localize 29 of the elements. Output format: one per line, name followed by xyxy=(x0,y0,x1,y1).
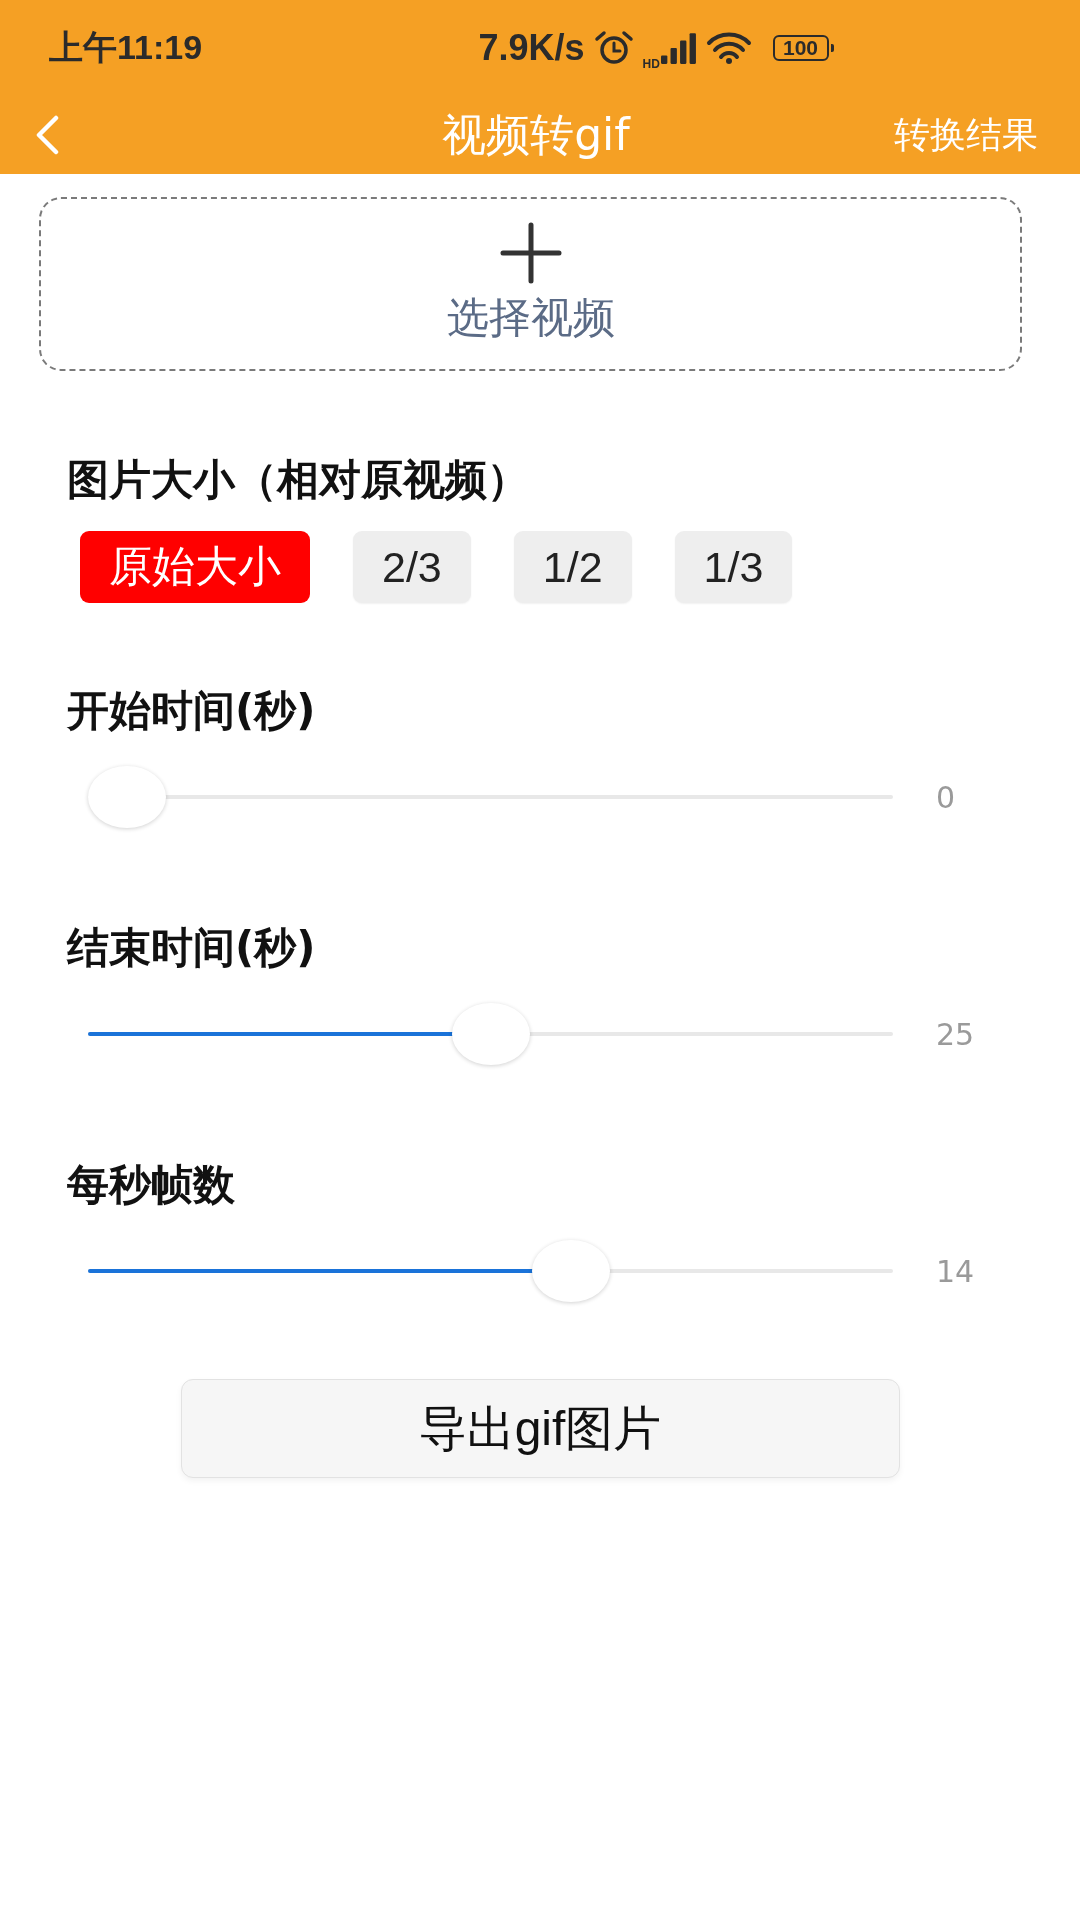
slider-track[interactable] xyxy=(88,765,893,829)
slider-thumb[interactable] xyxy=(88,766,166,828)
slider-value: 25 xyxy=(936,1016,975,1052)
slider-thumb[interactable] xyxy=(451,1003,530,1065)
select-video-button[interactable]: 选择视频 xyxy=(39,197,1022,371)
section-title: 图片大小（相对原视频） xyxy=(67,458,529,502)
plus-icon xyxy=(499,222,562,284)
slider-label: 开始时间(秒) xyxy=(67,689,316,733)
back-icon[interactable] xyxy=(34,115,60,155)
slider-label: 每秒帧数 xyxy=(67,1163,235,1207)
slider-value: 14 xyxy=(936,1253,975,1289)
slider-track[interactable] xyxy=(88,1239,893,1303)
wifi-icon xyxy=(705,32,752,64)
signal-bars-icon xyxy=(660,32,697,64)
export-gif-button[interactable]: 导出gif图片 xyxy=(180,1379,900,1478)
slider-value: 0 xyxy=(936,779,956,815)
size-option[interactable]: 2/3 xyxy=(353,531,471,603)
hd-label: HD xyxy=(642,57,660,71)
size-option[interactable]: 原始大小 xyxy=(80,531,310,603)
page-title: 视频转gif xyxy=(442,107,630,162)
slider-thumb[interactable] xyxy=(532,1240,610,1302)
battery-indicator: 100 xyxy=(772,35,834,61)
size-option[interactable]: 1/3 xyxy=(674,531,793,603)
status-time: 上午11:19 xyxy=(49,27,203,68)
slider-label: 结束时间(秒) xyxy=(67,926,316,970)
slider-track[interactable] xyxy=(88,1002,893,1066)
size-option[interactable]: 1/2 xyxy=(513,531,632,603)
network-speed: 7.9K/s xyxy=(478,27,585,69)
alarm-clock-icon xyxy=(593,30,634,66)
